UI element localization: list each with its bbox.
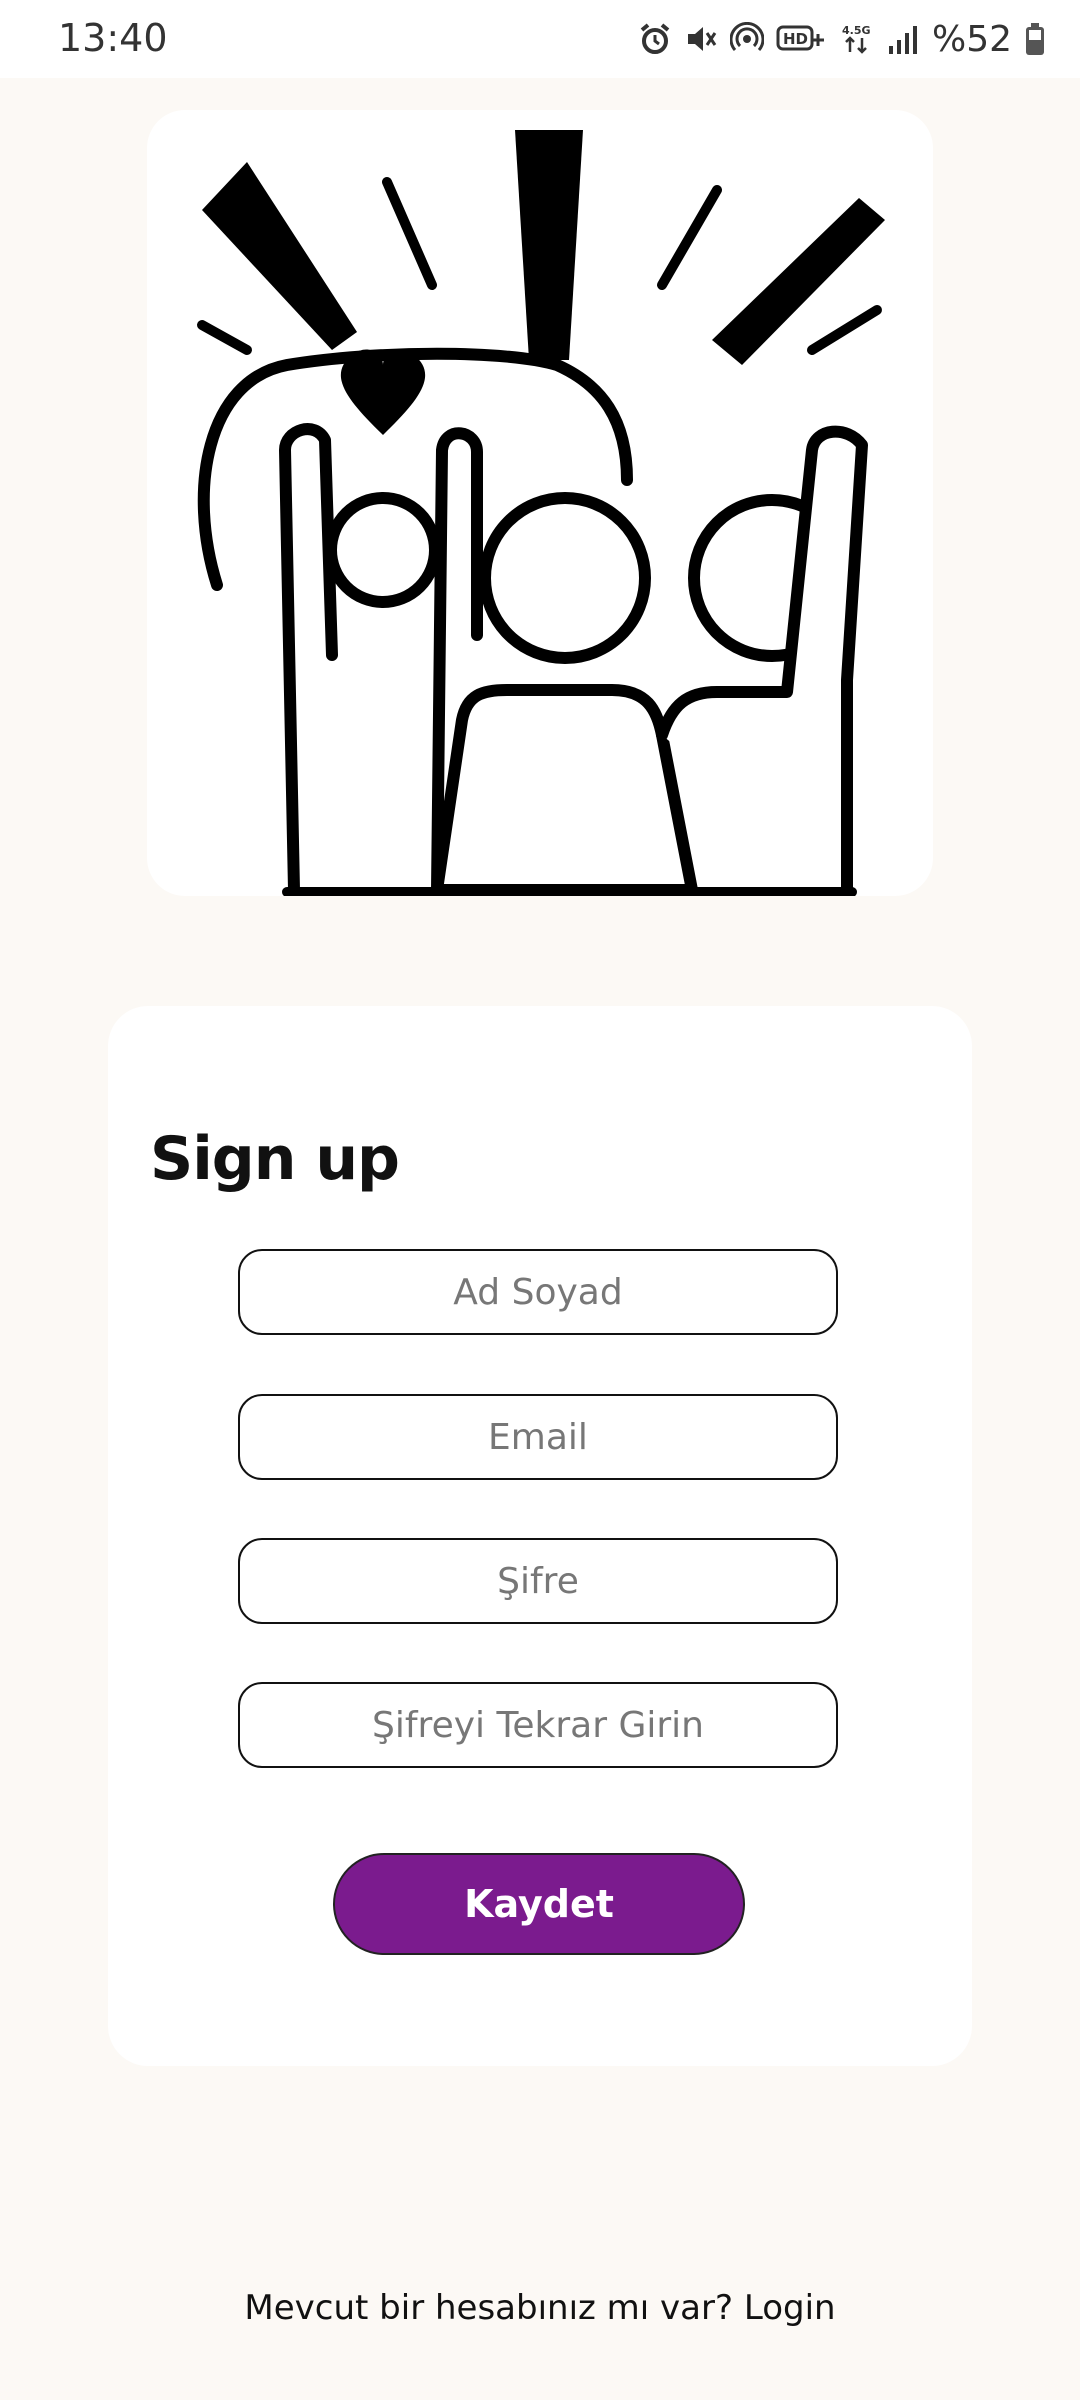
svg-text:4.5G: 4.5G	[842, 24, 871, 37]
hd-voice-icon: HD	[776, 22, 828, 56]
confirm-password-field[interactable]	[238, 1682, 838, 1768]
save-button[interactable]: Kaydet	[333, 1853, 745, 1955]
celebrating-friends-illustration	[197, 130, 885, 896]
illustration-card	[147, 110, 933, 896]
login-link[interactable]: Login	[744, 2288, 836, 2328]
network-4.5g-icon: 4.5G	[840, 22, 874, 56]
login-prompt: Mevcut bir hesabınız mı var? Login	[0, 2288, 1080, 2328]
login-prompt-text: Mevcut bir hesabınız mı var?	[244, 2288, 734, 2328]
password-field[interactable]	[238, 1538, 838, 1624]
signal-icon	[886, 22, 920, 56]
battery-icon	[1024, 22, 1046, 56]
page-title: Sign up	[150, 1124, 400, 1194]
status-icons: HD 4.5G %52	[638, 14, 1046, 64]
full-name-field[interactable]	[238, 1249, 838, 1335]
battery-percent: %52	[931, 18, 1012, 60]
alarm-icon	[638, 22, 672, 56]
signup-form-card: Sign up Kaydet	[108, 1006, 972, 2066]
email-field[interactable]	[238, 1394, 838, 1480]
status-bar: 13:40 HD 4.5G %52	[0, 0, 1080, 78]
svg-text:HD: HD	[783, 30, 808, 48]
hotspot-icon	[729, 22, 764, 56]
mute-icon	[684, 22, 718, 56]
status-time: 13:40	[58, 16, 168, 60]
